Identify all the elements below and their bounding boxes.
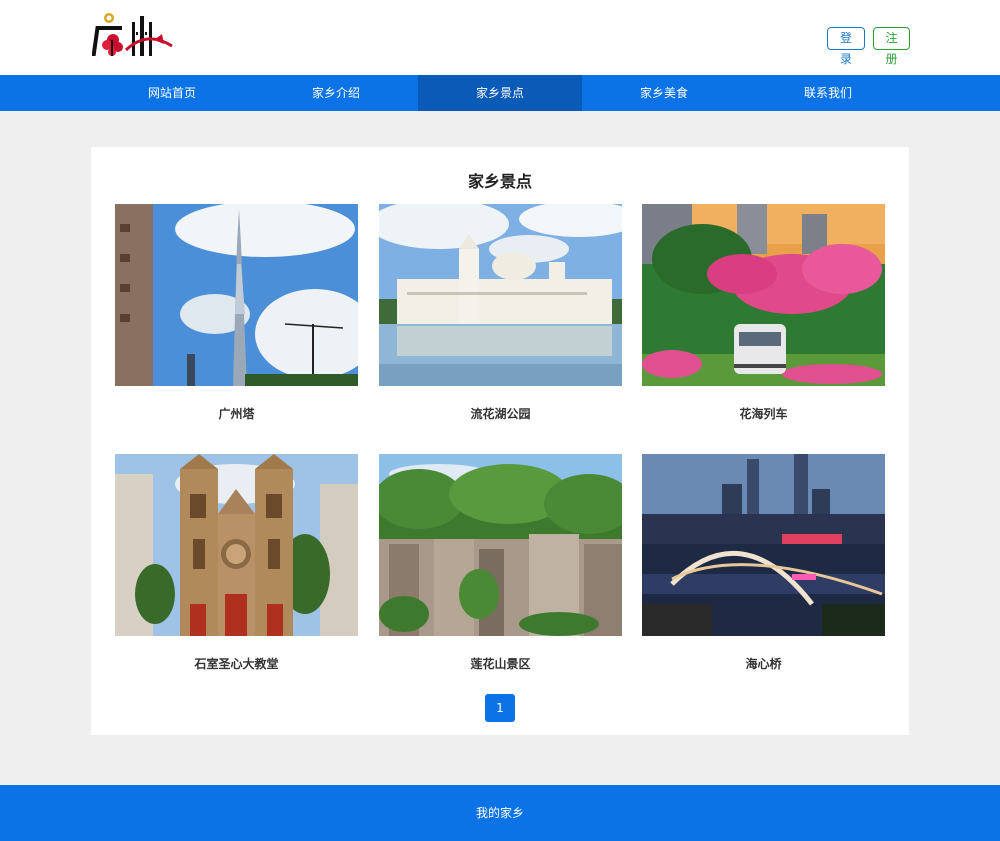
login-button[interactable]: 登录	[827, 27, 865, 66]
spot-card-flower-tram[interactable]: 花海列车	[642, 204, 885, 424]
spot-name: 流花湖公园	[470, 407, 531, 421]
spot-card-haixin-bridge[interactable]: 海心桥	[642, 454, 885, 674]
spot-card-sacred-heart-cathedral[interactable]: 石室圣心大教堂	[115, 454, 358, 674]
sacred-heart-cathedral-photo[interactable]	[115, 454, 358, 636]
nav-item-food[interactable]: 家乡美食	[582, 75, 746, 111]
register-button[interactable]: 注册	[873, 27, 910, 66]
site-header: 登录 注册	[0, 0, 1000, 75]
site-footer: 我的家乡	[0, 785, 1000, 841]
footer-text: 我的家乡	[475, 806, 524, 820]
main-nav: 网站首页 家乡介绍 家乡景点 家乡美食 联系我们	[0, 75, 1000, 111]
canton-tower-photo[interactable]	[115, 204, 358, 386]
page-title: 家乡景点	[467, 172, 532, 191]
lotus-hill-photo[interactable]	[379, 454, 622, 636]
spot-name: 莲花山景区	[470, 657, 531, 671]
spot-name: 广州塔	[218, 407, 255, 421]
nav-item-introduction[interactable]: 家乡介绍	[254, 75, 418, 111]
spot-name: 石室圣心大教堂	[194, 657, 279, 671]
spot-card-liuhua-lake-park[interactable]: 流花湖公园	[379, 204, 622, 424]
liuhua-lake-park-photo[interactable]	[379, 204, 622, 386]
flower-tram-photo[interactable]	[642, 204, 885, 386]
attractions-panel: 家乡景点 广州塔 流花湖公园 花海列车 石室圣心大教堂 莲花山景区 海心桥 1	[91, 147, 909, 735]
nav-item-home[interactable]: 网站首页	[90, 75, 254, 111]
spot-card-lotus-hill[interactable]: 莲花山景区	[379, 454, 622, 674]
spot-name: 海心桥	[745, 657, 782, 671]
nav-item-contact[interactable]: 联系我们	[746, 75, 910, 111]
pagination-page-1[interactable]: 1	[485, 694, 515, 722]
spot-name: 花海列车	[739, 407, 788, 421]
guangzhou-logo[interactable]	[91, 10, 177, 62]
haixin-bridge-photo[interactable]	[642, 454, 885, 636]
nav-item-attractions[interactable]: 家乡景点	[418, 75, 582, 111]
spot-card-canton-tower[interactable]: 广州塔	[115, 204, 358, 424]
